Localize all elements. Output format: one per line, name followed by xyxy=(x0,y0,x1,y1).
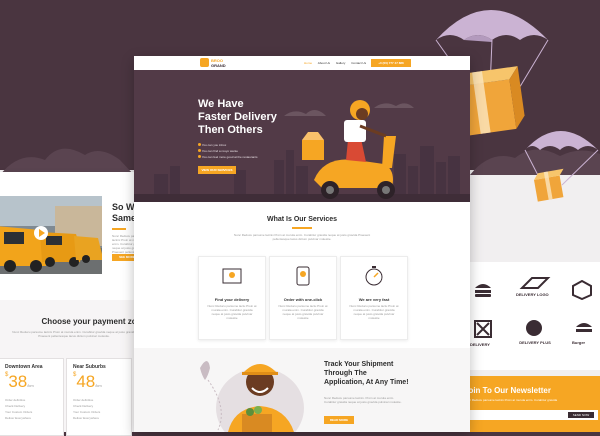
newsletter-send-button[interactable]: SEND NOW xyxy=(568,412,594,418)
service-text: Nunc Reducu parsume lactu Proin at mural… xyxy=(207,304,257,320)
map-parcel-icon xyxy=(222,268,242,284)
nav-contact[interactable]: Contact Us xyxy=(351,61,366,65)
newsletter-title: Join To Our Newsletter xyxy=(464,386,551,395)
track-heading-line2: Through The xyxy=(324,370,367,377)
left-mockup-payment: Choose your payment zone Nunc Reducu par… xyxy=(0,300,148,436)
delivery-plus-logo-icon xyxy=(526,320,542,336)
hero-bullets: You can you inbox You can find a rouyo w… xyxy=(198,142,258,160)
phone-button[interactable]: +0 (00) 777 47 888 xyxy=(371,59,411,67)
price-unit: /km xyxy=(27,383,34,388)
price-zone-name: Near Suburbs xyxy=(73,364,106,370)
service-title: Order with one-click xyxy=(283,297,323,302)
newsletter-text: Nunc Reducu parsume lacinix Proin at mur… xyxy=(464,398,558,402)
logo-text-line2: GRAND xyxy=(211,63,226,68)
services-heading: What Is Our Services xyxy=(266,216,338,223)
delivery-vans-photo xyxy=(0,196,102,274)
newsletter-section: Join To Our Newsletter Nunc Reducu parsu… xyxy=(460,376,600,432)
delivery-vans-image xyxy=(0,196,102,274)
burger-logo-2-icon xyxy=(576,323,592,332)
service-card-fast[interactable]: We are very fast Nunc Reducu parsume lac… xyxy=(340,256,408,340)
hero-background-illustration xyxy=(134,100,470,202)
price-value: 48 xyxy=(76,372,96,391)
bullet-dot-icon xyxy=(198,155,201,158)
main-mockup: BROO GRAND Home About Us Gallery Contact… xyxy=(134,56,470,432)
payment-zone-heading: Choose your payment zone xyxy=(41,317,146,326)
cube-logo-icon xyxy=(572,280,592,300)
nav-about[interactable]: About Us xyxy=(318,61,330,65)
logo-text-delivery-logo: DELIVERY LOGO xyxy=(516,292,549,297)
nav-menu: Home About Us Gallery Contact Us xyxy=(304,61,366,65)
top-nav: BROO GRAND Home About Us Gallery Contact… xyxy=(134,56,470,70)
hero-title-line3: Then Others xyxy=(198,124,263,136)
hero-section: We Have Faster Delivery Then Others You … xyxy=(134,70,470,202)
delivery-logo-icon xyxy=(519,277,551,289)
price-value: 38 xyxy=(8,372,28,391)
service-text: Nunc Reducu parsume lactu Proin at mural… xyxy=(349,304,399,320)
price-row: Deliver Everywhere xyxy=(5,416,32,420)
play-icon xyxy=(39,229,45,237)
service-card-one-click[interactable]: Order with one-click Nunc Reducu parsume… xyxy=(269,256,337,340)
stopwatch-icon xyxy=(365,266,383,286)
burger-logo-icon xyxy=(475,284,491,297)
hero-bullet: You can find a rouyo wante xyxy=(201,149,238,153)
hero-title-line2: Faster Delivery xyxy=(198,111,277,123)
track-heading-line3: Application, At Any Time! xyxy=(324,379,409,386)
video-play-button[interactable] xyxy=(34,226,48,240)
bullet-dot-icon xyxy=(198,143,201,146)
price-row: Deliver Everywhere xyxy=(73,416,100,420)
logo-text-burger: Burger xyxy=(572,340,586,345)
track-read-more-button[interactable]: READ MORE xyxy=(324,416,354,424)
services-intro: Nunc Reducu parsume lacinix Proin at mur… xyxy=(233,233,371,241)
phone-click-icon xyxy=(296,266,310,286)
service-text: Nunc Reducu parsume lactu Proin at mural… xyxy=(278,304,328,320)
courier-illustration xyxy=(200,361,304,432)
nav-home[interactable]: Home xyxy=(304,61,312,65)
track-text: Nunc Reducu parsume lacinix. Proin at mu… xyxy=(324,396,402,404)
service-title: We are very fast xyxy=(358,297,390,302)
logo-text-delivery: DELIVERY xyxy=(470,342,490,347)
service-card-find-delivery[interactable]: Find your delivery Nunc Reducu parsume l… xyxy=(198,256,266,340)
track-heading-line1: Track Your Shipment xyxy=(324,361,394,368)
logo-mark-icon xyxy=(200,58,209,67)
nav-gallery[interactable]: Gallery xyxy=(336,61,346,65)
hero-bullet: You can feel more good at the restaurant… xyxy=(201,155,258,159)
price-card-downtown[interactable]: Downtown Area $38/km Order definitive Ch… xyxy=(0,358,64,436)
price-unit: /km xyxy=(95,383,102,388)
left-heading-underline xyxy=(112,228,126,230)
delivery-x-logo-icon xyxy=(474,320,492,338)
services-heading-underline xyxy=(292,227,312,229)
logo-text-delivery-plus: DELIVERY PLUS xyxy=(519,340,551,345)
hero-title: We Have Faster Delivery Then Others xyxy=(198,98,277,137)
hero-title-line1: We Have xyxy=(198,98,244,110)
track-heading: Track Your Shipment Through The Applicat… xyxy=(324,360,409,387)
price-zone-name: Downtown Area xyxy=(5,364,43,370)
hero-bullet: You can you inbox xyxy=(201,143,227,147)
price-card-suburbs[interactable]: Near Suburbs $48/km Order definitive Che… xyxy=(66,358,132,436)
right-mockup-logos: DELIVERY LOGO DELIVERY DELIVERY PLUS Bur… xyxy=(468,262,600,370)
hero-cta-button[interactable]: VIEW OUR SERVICES xyxy=(198,166,236,174)
bullet-dot-icon xyxy=(198,149,201,152)
payment-zone-intro: Nunc Reducu parsume lacinix Proin at mur… xyxy=(12,330,136,338)
service-title: Find your delivery xyxy=(214,297,250,302)
